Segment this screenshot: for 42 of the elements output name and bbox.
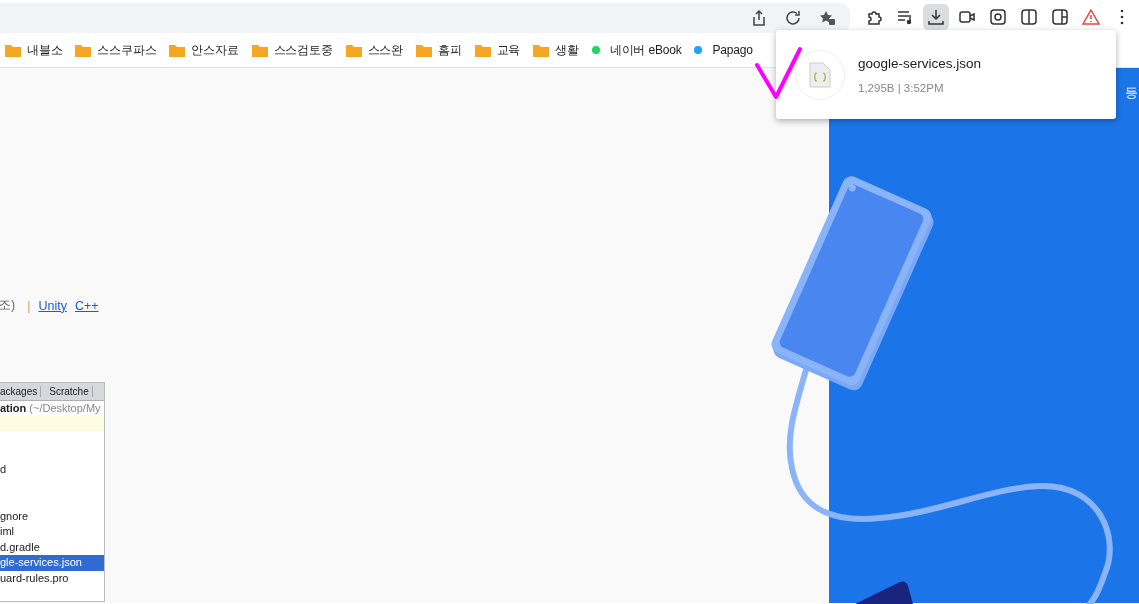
file-row[interactable]: iml bbox=[0, 524, 104, 540]
folder-icon bbox=[533, 43, 550, 57]
screenshot-icon bbox=[989, 7, 1007, 26]
download-icon bbox=[927, 7, 945, 26]
folder-icon bbox=[169, 43, 186, 57]
bookmark[interactable]: 네이버 eBook bbox=[591, 41, 682, 59]
warning-icon bbox=[1082, 7, 1100, 26]
split-icon bbox=[1020, 7, 1038, 26]
bookmark[interactable]: 스스완 bbox=[345, 41, 404, 59]
tag-link[interactable]: C++ bbox=[74, 298, 99, 313]
reload-icon bbox=[784, 8, 802, 27]
folder-icon bbox=[251, 43, 268, 57]
hero-text: 등 bbox=[1125, 84, 1138, 102]
bookmark[interactable]: 교육 bbox=[474, 41, 521, 59]
bookmark[interactable]: 안스자료 bbox=[169, 41, 239, 59]
download-button[interactable] bbox=[923, 3, 949, 30]
folder-icon bbox=[75, 43, 92, 57]
bookmark[interactable]: 홈피 bbox=[416, 41, 462, 59]
file-meta: 1,295B | 3:52PM bbox=[858, 81, 945, 94]
file-row[interactable]: d.gradle bbox=[0, 539, 104, 556]
folder-icon bbox=[5, 43, 21, 57]
file-row[interactable]: d bbox=[0, 462, 104, 478]
folder-icon bbox=[474, 43, 491, 57]
project-root-row-text: ation (~/Desktop/My bbox=[0, 401, 102, 416]
folder-icon bbox=[416, 43, 433, 57]
file-row[interactable]: gle-services.json bbox=[0, 555, 104, 571]
file-name[interactable]: google-services.json bbox=[858, 55, 982, 71]
file-row[interactable]: gnore bbox=[0, 508, 104, 525]
bookmark[interactable]: 생활 bbox=[533, 41, 579, 59]
file-row[interactable]: uard-rules.pro bbox=[0, 570, 104, 587]
bookmark[interactable]: Papago bbox=[694, 43, 753, 57]
folder-icon bbox=[345, 43, 362, 57]
sidebar-icon bbox=[1051, 7, 1069, 26]
separator: | bbox=[27, 298, 31, 313]
menu-icon bbox=[1120, 7, 1124, 26]
bookmark[interactable]: 스스검토중 bbox=[251, 41, 333, 59]
panel-tab[interactable]: ackages bbox=[0, 386, 42, 397]
share-icon bbox=[750, 8, 768, 27]
tag-link[interactable]: Unity bbox=[38, 298, 67, 313]
bookmark[interactable]: 내블소 bbox=[5, 41, 63, 59]
bookmark[interactable]: 스스쿠파스 bbox=[75, 41, 157, 59]
panel-tab[interactable]: Scratche bbox=[49, 386, 93, 397]
